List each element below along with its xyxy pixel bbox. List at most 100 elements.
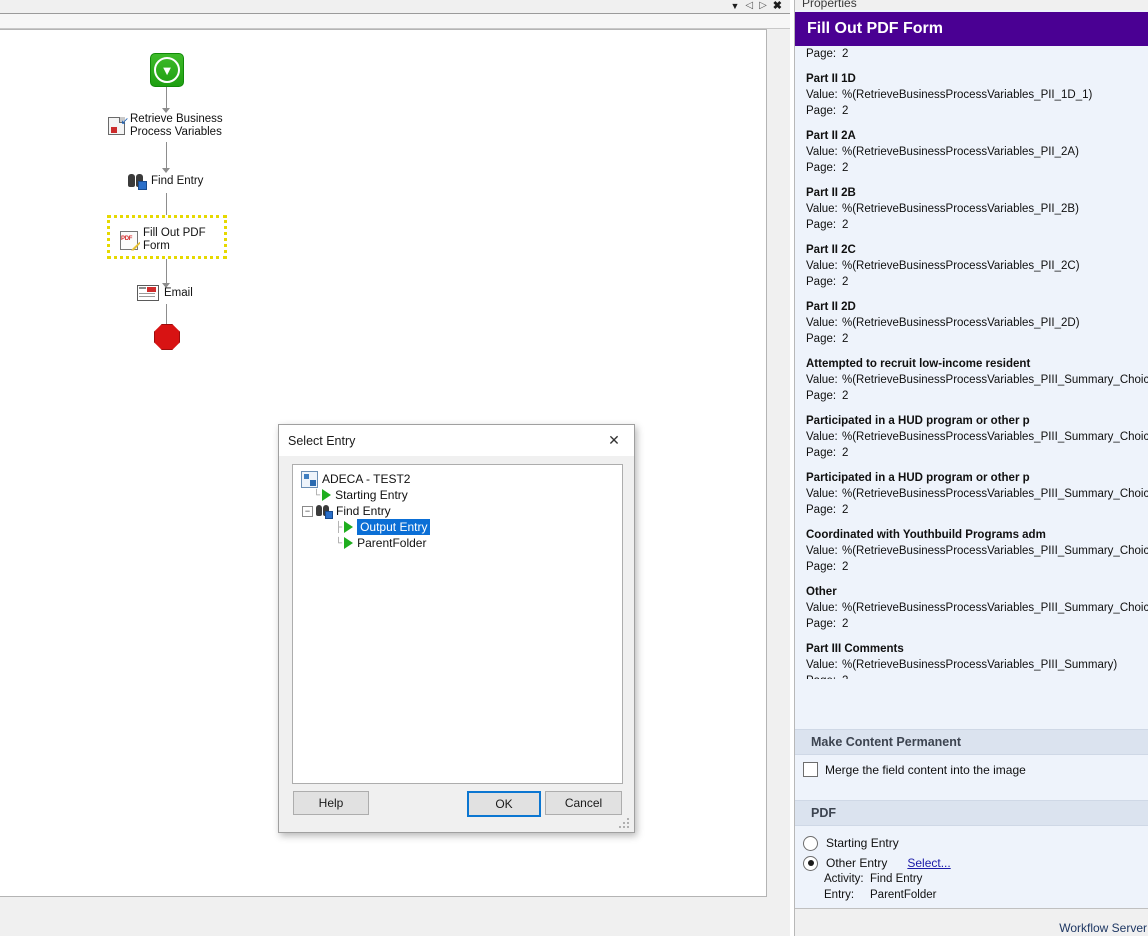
tree-item-starting-entry[interactable]: └ Starting Entry xyxy=(301,487,622,503)
tree-guide-line: └ xyxy=(313,489,321,501)
field-block-partial: Page: 2 xyxy=(795,46,1148,62)
pdf-field-value-key: Value: xyxy=(806,203,838,215)
close-icon[interactable]: ✕ xyxy=(600,430,628,451)
pdf-field-page-row: Page: 2 xyxy=(806,274,1148,290)
pdf-field-page-value: 2 xyxy=(842,618,849,630)
section-header-pdf: PDF xyxy=(795,800,1148,826)
pdf-field-value-key: Value: xyxy=(806,317,838,329)
pdf-field-block[interactable]: Part II 1D Value: %(RetrieveBusinessProces… xyxy=(795,71,1148,119)
cancel-button[interactable]: Cancel xyxy=(545,791,622,815)
merge-field-content-checkbox[interactable] xyxy=(803,762,818,777)
pdf-field-value-row: Value: %(RetrieveBusinessProcessVariables… xyxy=(806,600,1148,616)
field-page-value: 2 xyxy=(842,48,849,60)
pdf-field-value: %(RetrieveBusinessProcessVariables_PIII_… xyxy=(842,659,1118,671)
tree-item-parentfolder[interactable]: └ ParentFolder xyxy=(301,535,622,551)
pdf-field-value: %(RetrieveBusinessProcessVariables_PII_2… xyxy=(842,260,1080,272)
entry-value: ParentFolder xyxy=(870,889,937,901)
field-page-key: Page: xyxy=(806,48,837,60)
pdf-field-block[interactable]: Participated in a HUD program or other p… xyxy=(795,413,1148,461)
pdf-field-page-value: 2 xyxy=(842,333,849,345)
pdf-field-name: Part II 1D xyxy=(806,73,856,85)
connector-retrieve-to-find xyxy=(166,142,167,168)
workflow-node-retrieve-business-process-variables[interactable]: ↙ Retrieve Business Process Variables xyxy=(108,113,240,139)
resize-grip-icon[interactable] xyxy=(619,818,631,830)
pdf-field-page-key: Page: xyxy=(806,105,837,117)
canvas-bottom-margin xyxy=(0,897,790,936)
field-spacer xyxy=(795,347,1148,356)
workflow-node-find-entry[interactable]: Find Entry xyxy=(128,174,204,190)
pdf-source-radio-group: Starting Entry Other Entry Select... Act… xyxy=(795,833,1148,905)
pdf-field-block[interactable]: Other Value: %(RetrieveBusinessProcessVari… xyxy=(795,584,1148,632)
status-bar: Workflow Server xyxy=(795,908,1148,936)
pdf-field-value-key: Value: xyxy=(806,89,838,101)
workflow-node-fill-out-pdf-form[interactable]: PDF Fill Out PDF Form xyxy=(107,215,227,259)
pdf-field-value-key: Value: xyxy=(806,260,838,272)
help-button[interactable]: Help xyxy=(293,791,369,815)
pdf-field-block[interactable]: Part II 2C Value: %(RetrieveBusinessProces… xyxy=(795,242,1148,290)
pdf-field-page-key: Page: xyxy=(806,673,842,679)
pdf-field-block[interactable]: Attempted to recruit low-income resident… xyxy=(795,356,1148,404)
pdf-field-page-row: Page: 2 xyxy=(806,160,1148,176)
pdf-field-page-row: Page: 2 xyxy=(806,388,1148,404)
pdf-field-page-key: Page: xyxy=(806,390,837,402)
pdf-field-block[interactable]: Part II 2D Value: %(RetrieveBusinessProces… xyxy=(795,299,1148,347)
pdf-form-icon: PDF xyxy=(120,230,140,251)
starting-entry-radio[interactable] xyxy=(803,835,818,851)
select-entry-dialog[interactable]: Select Entry ✕ ADECA - TEST2 └ Starting … xyxy=(278,424,635,833)
workflow-node-email[interactable]: Email xyxy=(137,285,193,301)
pdf-field-block[interactable]: Participated in a HUD program or other p… xyxy=(795,470,1148,518)
pdf-field-name: Participated in a HUD program or other p xyxy=(806,472,1030,484)
start-download-icon: ▼ xyxy=(150,53,184,87)
pdf-field-block[interactable]: Part II 2B Value: %(RetrieveBusinessProces… xyxy=(795,185,1148,233)
ok-button[interactable]: OK xyxy=(467,791,541,817)
pdf-field-page-row: Page: 2 xyxy=(806,217,1148,233)
tree-item-find-entry[interactable]: − Find Entry xyxy=(301,503,622,519)
field-spacer xyxy=(795,119,1148,128)
dropdown-caret-icon[interactable]: ▼ xyxy=(730,0,739,12)
pdf-field-block[interactable]: Part III Comments Value: %(RetrieveBusines… xyxy=(795,641,1148,679)
tree-item-output-entry[interactable]: ├ Output Entry xyxy=(301,519,622,535)
entry-tree-view[interactable]: ADECA - TEST2 └ Starting Entry − Find En… xyxy=(292,464,623,784)
starting-entry-label: Starting Entry xyxy=(826,836,899,850)
pdf-field-page-key: Page: xyxy=(806,447,837,459)
pdf-field-page-row: Page: 2 xyxy=(806,103,1148,119)
tree-root-node[interactable]: ADECA - TEST2 xyxy=(301,470,622,488)
green-play-icon xyxy=(344,537,354,549)
green-play-icon xyxy=(344,521,354,533)
previous-arrow-icon[interactable]: ◁ xyxy=(745,0,753,12)
merge-field-content-checkbox-row[interactable]: Merge the field content into the image xyxy=(795,762,1148,777)
workflow-root-icon xyxy=(301,470,318,488)
workflow-stop-node[interactable] xyxy=(154,324,180,350)
dialog-titlebar: Select Entry ✕ xyxy=(279,425,634,456)
collapse-expander-icon[interactable]: − xyxy=(302,505,313,517)
workflow-start-node[interactable]: ▼ xyxy=(150,53,184,87)
pdf-field-value-row: Value: %(RetrieveBusinessProcessVariables… xyxy=(806,201,1148,217)
properties-caption: Properties xyxy=(795,0,1148,10)
properties-panel: Properties Fill Out PDF Form Page: 2 Part… xyxy=(794,0,1148,936)
workflow-node-label: Retrieve Business Process Variables xyxy=(130,113,223,138)
pdf-field-page-row: Page: 2 xyxy=(806,559,1148,575)
entry-row: Entry: ParentFolder xyxy=(795,889,1148,905)
pdf-field-value-row: Value: %(RetrieveBusinessProcessVariables… xyxy=(806,315,1148,331)
pdf-field-page-value: 2 xyxy=(842,561,849,573)
close-panel-icon[interactable]: ✖ xyxy=(773,0,782,12)
pdf-field-value: %(RetrieveBusinessProcessVariables_PII_2… xyxy=(842,317,1080,329)
designer-sub-strip xyxy=(0,14,790,29)
pdf-field-page-value: 2 xyxy=(842,504,849,516)
pdf-field-page-row: Page: 2 xyxy=(806,331,1148,347)
radio-row-other-entry[interactable]: Other Entry Select... xyxy=(795,853,1148,873)
pdf-field-value-key: Value: xyxy=(806,488,838,500)
next-arrow-icon[interactable]: ▷ xyxy=(759,0,767,12)
other-entry-radio[interactable] xyxy=(803,855,818,871)
radio-row-starting-entry[interactable]: Starting Entry xyxy=(795,833,1148,853)
pdf-field-block[interactable]: Part II 2A Value: %(RetrieveBusinessProces… xyxy=(795,128,1148,176)
select-entry-link[interactable]: Select... xyxy=(907,856,950,870)
pdf-field-value-row: Value: %(RetrieveBusinessProcessVariables… xyxy=(806,429,1148,445)
pdf-field-name: Other xyxy=(806,586,837,598)
pdf-fields-list[interactable]: Page: 2 Part II 1D Value: %(RetrieveBusines… xyxy=(795,46,1148,679)
workflow-node-label: Find Entry xyxy=(151,175,204,187)
pdf-field-block[interactable]: Coordinated with Youthbuild Programs adm… xyxy=(795,527,1148,575)
connector-pdf-to-email xyxy=(166,259,167,283)
designer-top-toolbar: ▼ ◁ ▷ ✖ xyxy=(0,0,790,14)
pdf-field-value-row: Value: %(RetrieveBusinessProcessVariables… xyxy=(806,486,1148,502)
